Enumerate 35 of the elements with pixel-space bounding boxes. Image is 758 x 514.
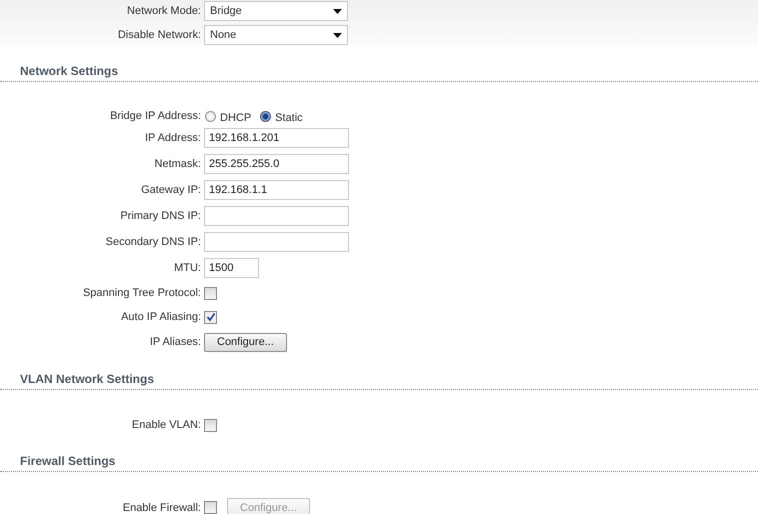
field-label: Disable Network: xyxy=(116,29,202,41)
field-label: Bridge IP Address: xyxy=(109,110,202,122)
section-heading: Firewall Settings xyxy=(20,454,116,468)
field-label: MTU: xyxy=(173,262,202,274)
section-heading: VLAN Network Settings xyxy=(20,372,154,386)
checkbox[interactable] xyxy=(204,286,217,300)
section-heading: Network Settings xyxy=(20,64,118,78)
input-field[interactable]: 192.168.1.201 xyxy=(204,128,349,148)
radio-label[interactable]: Static xyxy=(275,112,303,124)
field-label: Enable VLAN: xyxy=(130,419,202,431)
field-label: IP Aliases: xyxy=(148,336,202,348)
configure-button[interactable]: Configure... xyxy=(204,332,287,352)
input-field[interactable] xyxy=(204,206,349,226)
field-label: Enable Firewall: xyxy=(122,502,202,514)
field-label: IP Address: xyxy=(144,132,202,144)
field-label: Gateway IP: xyxy=(140,184,202,196)
dropdown[interactable]: Bridge xyxy=(204,1,348,21)
caret-icon xyxy=(333,32,342,38)
input-field[interactable]: 1500 xyxy=(204,258,259,278)
field-label: Secondary DNS IP: xyxy=(104,236,202,248)
checkbox[interactable] xyxy=(204,310,217,324)
input-field[interactable]: 255.255.255.0 xyxy=(204,154,349,174)
caret-icon xyxy=(333,8,342,14)
radio-button[interactable] xyxy=(205,110,216,122)
radio-button[interactable] xyxy=(260,110,272,122)
field-label: Primary DNS IP: xyxy=(119,210,202,222)
dropdown[interactable]: None xyxy=(204,25,348,45)
checkbox[interactable] xyxy=(204,418,217,432)
field-label: Spanning Tree Protocol: xyxy=(82,287,202,299)
input-field[interactable]: 192.168.1.1 xyxy=(204,180,349,200)
input-field[interactable] xyxy=(204,232,349,252)
radio-label[interactable]: DHCP xyxy=(220,112,252,124)
field-label: Netmask: xyxy=(154,158,202,170)
field-label: Auto IP Aliasing: xyxy=(120,311,202,323)
field-label: Network Mode: xyxy=(126,5,202,17)
